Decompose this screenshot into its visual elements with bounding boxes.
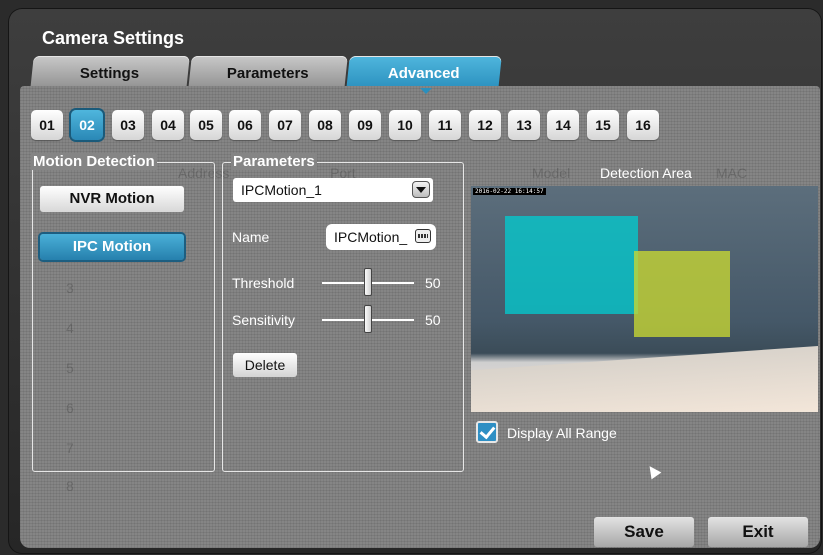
channel-button-15[interactable]: 15 [587, 110, 619, 140]
tab-settings[interactable]: Settings [30, 56, 190, 90]
threshold-label: Threshold [232, 275, 295, 291]
sensitivity-label: Sensitivity [232, 312, 296, 328]
motion-detection-legend: Motion Detection [31, 153, 157, 170]
ghost-header-model: Model [532, 165, 571, 181]
ghost-row-number: 8 [66, 478, 74, 494]
channel-button-01[interactable]: 01 [31, 110, 63, 140]
sensitivity-slider-handle[interactable] [364, 305, 372, 333]
tab-parameters[interactable]: Parameters [188, 56, 348, 90]
motion-region-select[interactable]: IPCMotion_1 [233, 178, 433, 202]
camera-preview[interactable]: 2016-02-22 16:14:57 [471, 186, 818, 412]
channel-button-11[interactable]: 11 [429, 110, 461, 140]
channel-button-05[interactable]: 05 [190, 110, 222, 140]
delete-button[interactable]: Delete [233, 353, 297, 377]
sensitivity-value: 50 [425, 312, 441, 328]
channel-button-14[interactable]: 14 [547, 110, 579, 140]
ghost-header-mac: MAC [716, 165, 748, 181]
channel-button-16[interactable]: 16 [627, 110, 659, 140]
channel-button-13[interactable]: 13 [508, 110, 540, 140]
channel-button-09[interactable]: 09 [349, 110, 381, 140]
preview-timestamp: 2016-02-22 16:14:57 [473, 188, 546, 195]
channel-button-02[interactable]: 02 [71, 110, 103, 140]
threshold-value: 50 [425, 275, 441, 291]
window-title: Camera Settings [42, 28, 185, 48]
channel-button-06[interactable]: 06 [229, 110, 261, 140]
name-label: Name [232, 229, 270, 245]
keyboard-icon[interactable] [415, 229, 431, 243]
exit-button[interactable]: Exit [708, 517, 808, 547]
detection-area-title: Detection Area [600, 165, 692, 181]
detection-zone-2[interactable] [634, 251, 730, 337]
threshold-slider-handle[interactable] [364, 268, 372, 296]
channel-button-08[interactable]: 08 [309, 110, 341, 140]
channel-button-07[interactable]: 07 [269, 110, 301, 140]
channel-button-12[interactable]: 12 [469, 110, 501, 140]
save-button[interactable]: Save [594, 517, 694, 547]
motion-region-select-value: IPCMotion_1 [241, 182, 322, 198]
parameters-legend: Parameters [231, 153, 317, 170]
name-field-value: IPCMotion_ [334, 229, 408, 245]
name-field[interactable]: IPCMotion_ [326, 224, 436, 250]
channel-button-04[interactable]: 04 [152, 110, 184, 140]
channel-button-10[interactable]: 10 [389, 110, 421, 140]
nvr-motion-button[interactable]: NVR Motion [40, 186, 184, 212]
preview-floor [471, 346, 818, 412]
ipc-motion-button[interactable]: IPC Motion [40, 234, 184, 260]
detection-zone-1[interactable] [505, 216, 638, 314]
active-tab-indicator [420, 88, 432, 94]
channel-button-03[interactable]: 03 [112, 110, 144, 140]
display-all-range-label: Display All Range [507, 425, 617, 441]
chevron-down-icon[interactable] [412, 181, 430, 198]
display-all-range-checkbox[interactable] [476, 421, 498, 443]
tab-advanced[interactable]: Advanced [346, 56, 502, 90]
